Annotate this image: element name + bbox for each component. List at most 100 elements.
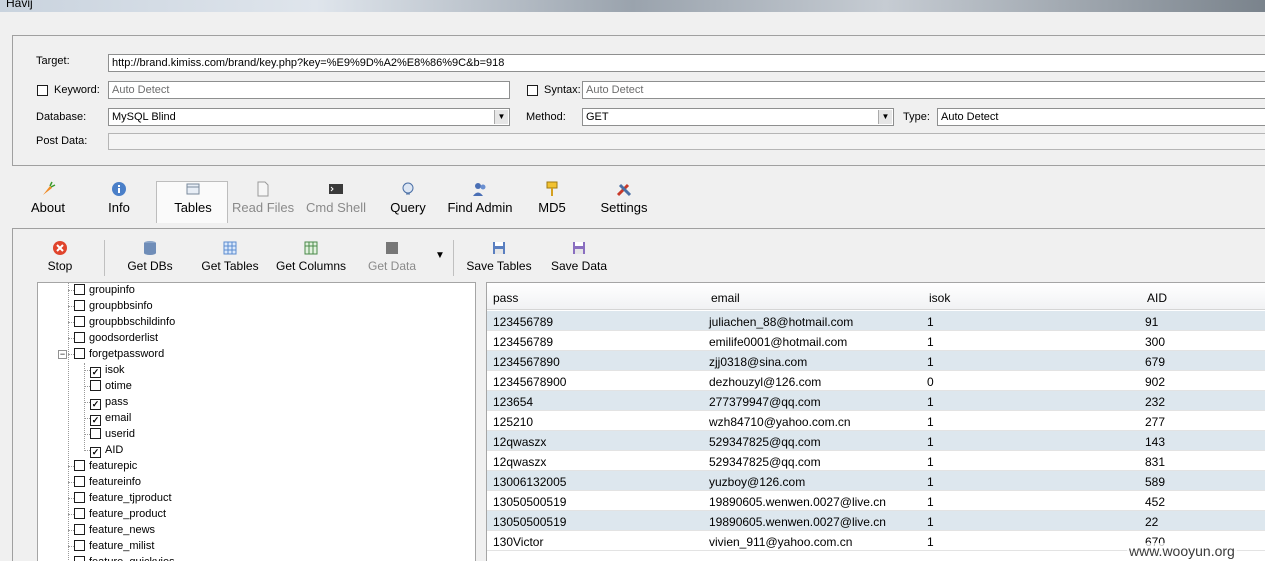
tree-item-checkbox[interactable] [90,380,101,391]
table-cell-email: vivien_911@yahoo.com.cn [709,535,853,549]
tree-item-checkbox[interactable]: ✓ [90,447,101,458]
column-header-email[interactable]: email [711,291,740,305]
tree-item-checkbox[interactable] [74,284,85,295]
table-cell-isok: 1 [927,435,934,449]
post-data-input[interactable] [108,133,1265,150]
get-tables-button[interactable]: Get Tables [198,240,262,273]
tree-item[interactable]: ✓ isok [90,362,125,378]
table-row[interactable]: 13006132005 yuzboy@126.com 1 589 [487,471,1265,491]
tree-item-checkbox[interactable] [90,428,101,439]
table-cell-email: yuzboy@126.com [709,475,806,489]
column-header-isok[interactable]: isok [929,291,950,305]
get-data-button[interactable]: Get Data [366,240,418,273]
chevron-down-icon[interactable]: ▼ [878,110,892,124]
tree-item[interactable]: groupbbschildinfo [74,314,175,330]
tree-guide-line [84,363,85,451]
settings-label: Settings [600,200,648,215]
collapse-icon[interactable]: − [58,350,67,359]
tree-item[interactable]: goodsorderlist [74,330,158,346]
table-cell-isok: 1 [927,335,934,349]
table-cell-isok: 1 [927,395,934,409]
type-label: Type: [903,111,930,123]
database-select[interactable]: MySQL Blind ▼ [108,108,510,126]
tree-item[interactable]: feature_milist [74,538,154,554]
table-row[interactable]: 12qwaszx 529347825@qq.com 1 143 [487,431,1265,451]
table-row[interactable]: 13050500519 19890605.wenwen.0027@live.cn 1… [487,491,1265,511]
type-input[interactable]: Auto Detect [937,108,1265,126]
tree-item[interactable]: featurepic [74,458,137,474]
query-button[interactable]: Query [388,181,428,221]
tree-item-checkbox[interactable] [74,476,85,487]
chevron-down-icon[interactable]: ▼ [494,110,508,124]
save-data-button[interactable]: Save Data [549,240,609,273]
tree-item[interactable]: groupinfo [74,283,135,298]
table-row[interactable]: 1234567890 zjj0318@sina.com 1 679 [487,351,1265,371]
tree-item-checkbox[interactable] [74,460,85,471]
settings-button[interactable]: Settings [598,181,650,221]
table-row[interactable]: 123654 277379947@qq.com 1 232 [487,391,1265,411]
database-label: Database: [36,111,87,123]
table-row[interactable]: 123456789 juliachen_88@hotmail.com 1 91 [487,311,1265,331]
method-select[interactable]: GET ▼ [582,108,894,126]
read-files-button[interactable]: Read Files [232,181,294,221]
tree-item[interactable]: featureinfo [74,474,141,490]
get-dbs-button[interactable]: Get DBs [124,240,176,273]
file-icon [257,181,269,197]
table-cell-aid: 452 [1145,495,1166,509]
info-button[interactable]: Info [103,181,135,221]
tree-item-checkbox[interactable] [74,348,85,359]
tab-tables[interactable]: Tables [170,181,216,221]
table-cell-isok: 1 [927,315,934,329]
table-cell-aid: 679 [1145,355,1166,369]
tree-item-checkbox[interactable]: ✓ [90,399,101,410]
tree-item[interactable]: otime [90,378,132,394]
tree-item-checkbox[interactable]: ✓ [90,367,101,378]
tree-item-checkbox[interactable] [74,508,85,519]
save-data-label: Save Data [550,259,608,273]
tree-item[interactable]: forgetpassword [74,346,164,362]
get-columns-button[interactable]: Get Columns [273,240,349,273]
column-header-pass[interactable]: pass [493,291,518,305]
tree-item[interactable]: groupbbsinfo [74,298,153,314]
syntax-checkbox[interactable] [527,85,538,96]
table-row[interactable]: 12345678900 dezhouzyl@126.com 0 902 [487,371,1265,391]
table-cell-aid: 300 [1145,335,1166,349]
tree-item[interactable]: ✓ email [90,410,131,426]
tree-item[interactable]: feature_tjproduct [74,490,172,506]
tree-item-checkbox[interactable] [74,332,85,343]
terminal-icon [329,184,343,194]
cmd-shell-button[interactable]: Cmd Shell [304,181,368,221]
get-data-dropdown[interactable]: ▼ [433,250,447,261]
tree-item-checkbox[interactable] [74,556,85,561]
tree-item-checkbox[interactable]: ✓ [90,415,101,426]
table-row[interactable]: 13050500519 19890605.wenwen.0027@live.cn 1… [487,511,1265,531]
tree-item[interactable]: ✓ pass [90,394,128,410]
find-admin-button[interactable]: Find Admin [445,181,515,221]
tree-item-checkbox[interactable] [74,300,85,311]
table-row[interactable]: 12qwaszx 529347825@qq.com 1 831 [487,451,1265,471]
tree-item[interactable]: feature_product [74,506,166,522]
target-url-input[interactable]: http://brand.kimiss.com/brand/key.php?ke… [108,54,1265,72]
keyword-input[interactable]: Auto Detect [108,81,510,99]
table-row[interactable]: 125210 wzh84710@yahoo.com.cn 1 277 [487,411,1265,431]
keyword-checkbox[interactable] [37,85,48,96]
save-tables-button[interactable]: Save Tables [463,240,535,273]
table-cell-isok: 1 [927,495,934,509]
tree-item-checkbox[interactable] [74,524,85,535]
tree-item-checkbox[interactable] [74,540,85,551]
stop-button[interactable]: Stop [44,240,76,273]
tree-item[interactable]: feature_quickvies [74,554,175,561]
tree-item[interactable]: ✓ AID [90,442,123,458]
tree-item-checkbox[interactable] [74,316,85,327]
about-button[interactable]: About [28,181,68,221]
tables-tree[interactable]: groupinfo groupbbsinfo groupbbschildinfo go… [37,282,476,561]
md5-button[interactable]: MD5 [536,181,568,221]
column-header-aid[interactable]: AID [1147,291,1167,305]
tree-item-checkbox[interactable] [74,492,85,503]
tree-item[interactable]: userid [90,426,135,442]
tree-item[interactable]: feature_news [74,522,155,538]
table-row[interactable]: 123456789 emilife0001@hotmail.com 1 300 [487,331,1265,351]
database-icon [144,241,156,255]
syntax-input[interactable]: Auto Detect [582,81,1265,99]
data-grid[interactable]: pass email isok AID 123456789 juliachen_8… [486,282,1265,561]
